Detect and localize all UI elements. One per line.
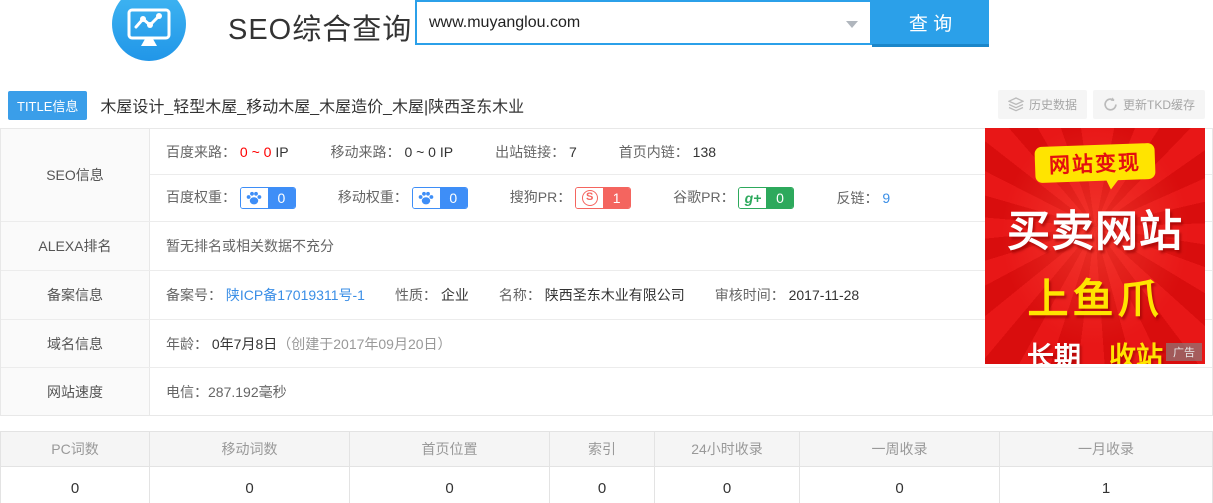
ad-label: 广告	[1166, 343, 1202, 361]
page-title: SEO综合查询	[228, 6, 412, 48]
mobile-weight-badge[interactable]: 0	[412, 187, 468, 209]
baidu-weight-badge[interactable]: 0	[240, 187, 296, 209]
site-title-text: 木屋设计_轻型木屋_移动木屋_木屋造价_木屋|陕西圣东木业	[100, 93, 524, 117]
search-input[interactable]: www.muyanglou.com	[415, 0, 872, 45]
stats-header-cell: 24小时收录	[655, 432, 800, 466]
layers-icon	[1008, 97, 1024, 112]
history-data-button[interactable]: 历史数据	[998, 90, 1087, 119]
row-label: ALEXA排名	[1, 222, 150, 270]
row-label: 网站速度	[1, 368, 150, 415]
domain-age-value: 0年7月8日	[212, 334, 277, 354]
search-button[interactable]: 查 询	[872, 0, 989, 47]
title-bar: TITLE信息 木屋设计_轻型木屋_移动木屋_木屋造价_木屋|陕西圣东木业 历史…	[0, 88, 1213, 122]
stats-value-cell: 0	[150, 467, 350, 503]
paw-icon	[413, 188, 440, 208]
stats-table: PC词数 移动词数 首页位置 索引 24小时收录 一周收录 一月收录 0 0 0…	[0, 431, 1213, 503]
ad-headline: 买卖网站	[1007, 197, 1183, 259]
ad-bubble-text: 网站变现	[1034, 143, 1155, 183]
title-actions: 历史数据 更新TKD缓存	[992, 90, 1205, 119]
circled-s-icon: S	[582, 190, 598, 206]
homelinks-value: 138	[693, 144, 716, 160]
google-pr-value: 0	[766, 188, 793, 208]
backlinks-value[interactable]: 9	[882, 190, 890, 206]
icp-number-link[interactable]: 陕ICP备17019311号-1	[226, 287, 365, 303]
stats-header-cell: 一周收录	[800, 432, 1000, 466]
outlinks-value: 7	[569, 144, 577, 160]
speed-value: 电信：287.192毫秒	[150, 368, 1212, 415]
domain-created-note: （创建于2017年09月20日）	[277, 334, 451, 354]
baidu-visits-value: 0 ~ 0	[240, 144, 272, 160]
row-label: SEO信息	[1, 129, 150, 221]
stats-header-cell: 一月收录	[1000, 432, 1212, 466]
refresh-tkd-button[interactable]: 更新TKD缓存	[1093, 90, 1205, 119]
ad-banner[interactable]: 网站变现 买卖网站 上鱼爪 长期 收站 广告	[985, 128, 1205, 364]
ad-tag-left: 长期	[1027, 335, 1081, 364]
title-badge: TITLE信息	[8, 91, 87, 120]
paw-icon	[241, 188, 268, 208]
stats-value-cell: 0	[655, 467, 800, 503]
stats-header-row: PC词数 移动词数 首页位置 索引 24小时收录 一周收录 一月收录	[1, 432, 1212, 467]
seo-query-page: SEO综合查询 www.muyanglou.com 查 询 TITLE信息 木屋…	[0, 0, 1213, 503]
stats-value-cell: 0	[550, 467, 655, 503]
ad-tag-right: 收站	[1109, 335, 1163, 364]
stats-value-cell: 1	[1000, 467, 1212, 503]
audit-date-value: 2017-11-28	[789, 287, 860, 303]
sogou-pr-value: 1	[603, 188, 630, 208]
company-name-value: 陕西圣东木业有限公司	[545, 287, 685, 303]
stats-value-cell: 0	[800, 467, 1000, 503]
gplus-icon: g+	[745, 190, 762, 206]
stats-header-cell: 索引	[550, 432, 655, 466]
refresh-icon	[1103, 97, 1118, 112]
mobile-visits-value: 0 ~ 0	[404, 144, 436, 160]
stats-value-cell: 0	[350, 467, 550, 503]
stats-header-cell: 首页位置	[350, 432, 550, 466]
ad-subline: 上鱼爪	[1028, 265, 1163, 325]
chevron-down-icon[interactable]	[846, 21, 858, 28]
stats-value-cell: 0	[1, 467, 150, 503]
speed-row: 网站速度 电信：287.192毫秒	[1, 368, 1212, 415]
baidu-weight-value: 0	[268, 188, 295, 208]
header: SEO综合查询 www.muyanglou.com 查 询	[0, 0, 1213, 80]
sogou-pr-badge[interactable]: S1	[575, 187, 631, 209]
search-box: www.muyanglou.com 查 询	[415, 0, 989, 47]
row-label: 域名信息	[1, 320, 150, 367]
beian-nature-value: 企业	[441, 287, 469, 303]
row-label: 备案信息	[1, 271, 150, 319]
google-pr-badge[interactable]: g+0	[738, 187, 794, 209]
stats-header-cell: 移动词数	[150, 432, 350, 466]
search-input-value: www.muyanglou.com	[429, 14, 580, 32]
mobile-weight-value: 0	[440, 188, 467, 208]
stats-header-cell: PC词数	[1, 432, 150, 466]
monitor-chart-icon	[112, 0, 186, 61]
stats-value-row: 0 0 0 0 0 0 1	[1, 467, 1212, 503]
